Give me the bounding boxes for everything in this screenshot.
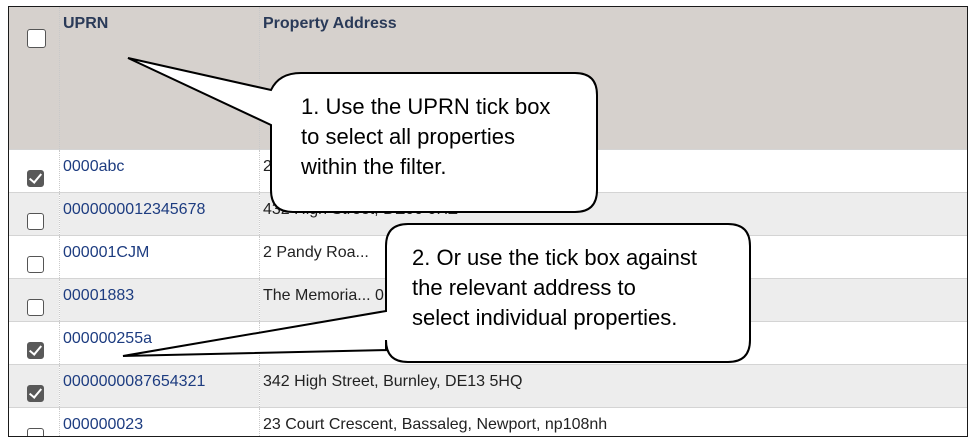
- callout-2-line: select individual properties.: [412, 305, 678, 330]
- callout-1-text: 1. Use the UPRN tick box to select all p…: [301, 92, 550, 182]
- callout-overlay: [122, 57, 751, 363]
- callout-1-line: to select all properties: [301, 124, 515, 149]
- callout-2-line: 2. Or use the tick box against: [412, 245, 697, 270]
- callout-1-line: 1. Use the UPRN tick box: [301, 94, 551, 119]
- callout-2-line: the relevant address to: [412, 275, 636, 300]
- callout-1-line: within the filter.: [301, 154, 447, 179]
- callout-2-text: 2. Or use the tick box against the relev…: [412, 243, 697, 333]
